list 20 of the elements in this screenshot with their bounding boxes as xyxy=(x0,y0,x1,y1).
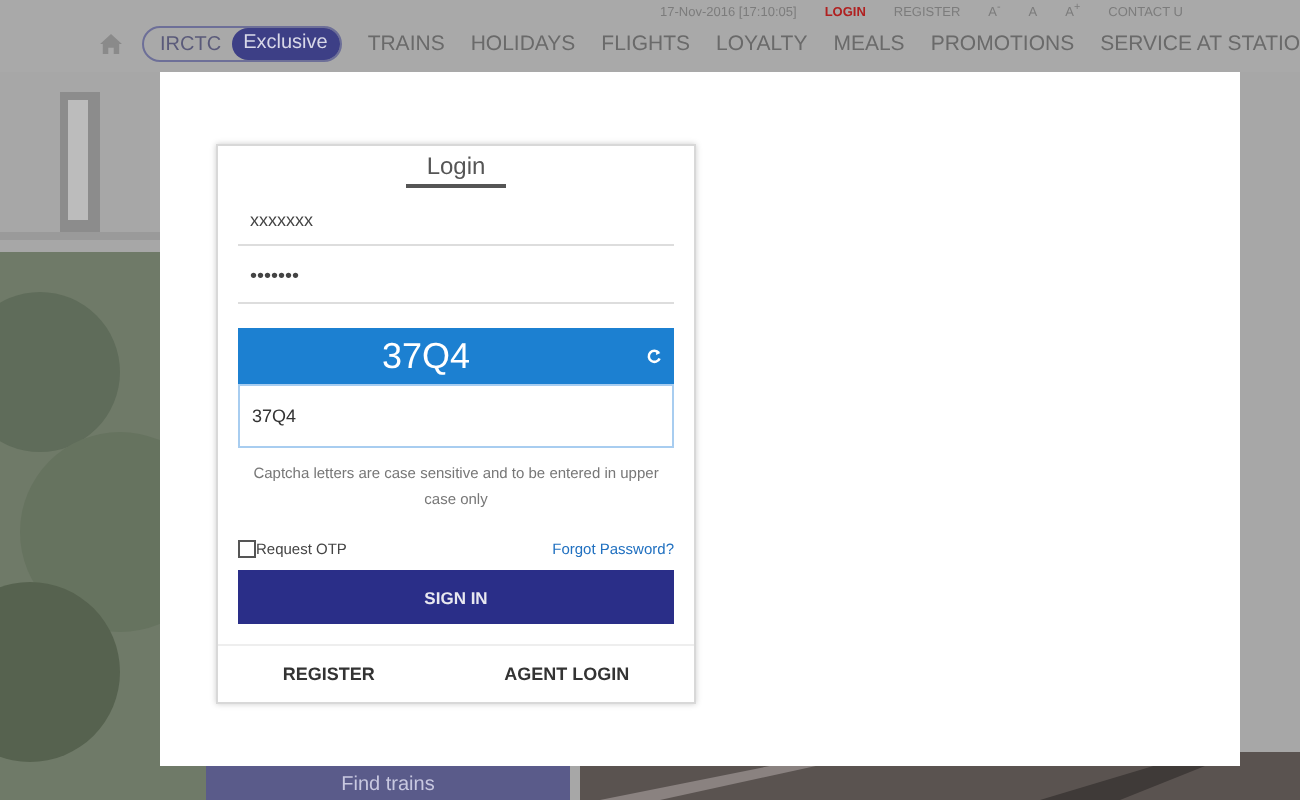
nav-link[interactable]: TRAINS xyxy=(367,32,445,56)
footer-button[interactable]: REGISTER xyxy=(270,662,387,686)
sign-in-button[interactable]: SIGN IN xyxy=(238,570,674,624)
nav-link[interactable]: PROMOTIONS xyxy=(930,32,1075,56)
brand-name: IRCTC xyxy=(158,33,224,55)
nav-link[interactable]: HOLIDAYS xyxy=(470,32,576,56)
nav-link[interactable]: SERVICE AT STATIO xyxy=(1100,32,1300,56)
captcha-input[interactable]: 37Q4 xyxy=(238,384,674,448)
username-field[interactable]: xxxxxxx xyxy=(238,188,674,246)
login-tab[interactable]: Login xyxy=(406,152,506,188)
refresh-icon[interactable] xyxy=(646,348,662,364)
captcha-code: 37Q4 xyxy=(381,335,471,377)
password-field[interactable]: ••••••• xyxy=(238,246,674,304)
nav-link[interactable]: FLIGHTS xyxy=(601,32,690,56)
find-trains-button[interactable]: Find trains xyxy=(206,766,570,800)
brand-badge[interactable]: IRCTC Exclusive xyxy=(142,26,342,62)
nav-link[interactable]: LOYALTY xyxy=(716,32,808,56)
footer-button[interactable]: AGENT LOGIN xyxy=(492,662,642,686)
brand-tag: Exclusive xyxy=(231,28,340,60)
nav-link[interactable]: MEALS xyxy=(833,32,905,56)
